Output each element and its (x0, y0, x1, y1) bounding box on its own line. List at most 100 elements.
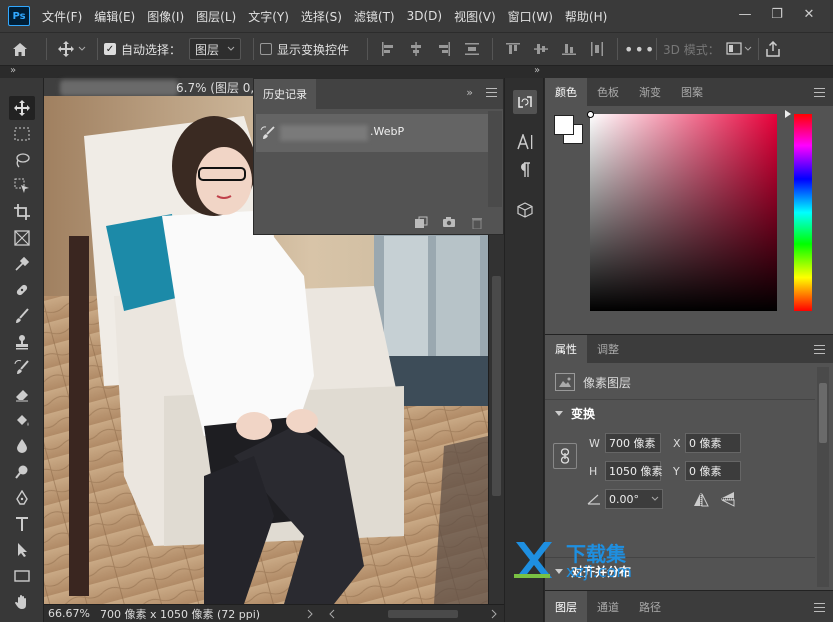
move-tool-preset[interactable] (53, 41, 91, 57)
clone-stamp-tool[interactable] (9, 330, 35, 354)
height-input[interactable]: 1050 像素 (605, 461, 663, 481)
more-options-button[interactable]: ••• (624, 40, 654, 59)
show-transform-checkbox[interactable] (260, 43, 273, 55)
history-snapshot-row[interactable]: .WebP (256, 114, 488, 152)
align-vcenter-button[interactable] (527, 39, 555, 59)
spectrum-picker-marker[interactable] (587, 111, 594, 118)
history-panel-button[interactable] (513, 90, 537, 114)
transform-section-header[interactable]: 变换 (545, 399, 815, 427)
eraser-tool[interactable] (9, 382, 35, 406)
history-scrollbar[interactable] (488, 111, 502, 207)
align-left-button[interactable] (374, 39, 402, 59)
zoom-level[interactable]: 66.67% (44, 607, 100, 620)
color-spectrum-field[interactable] (590, 114, 777, 311)
object-selection-tool[interactable] (9, 174, 35, 198)
flip-horizontal-icon[interactable] (693, 493, 709, 507)
horizontal-scroll-thumb[interactable] (388, 610, 458, 618)
history-brush-source-icon[interactable] (260, 126, 276, 140)
chevron-left-icon[interactable] (328, 609, 336, 619)
delete-state-button[interactable] (463, 216, 491, 229)
new-snapshot-button[interactable] (435, 216, 463, 228)
menu-filter[interactable]: 滤镜(T) (354, 8, 395, 25)
hand-tool[interactable] (9, 590, 35, 614)
brush-tool[interactable] (9, 304, 35, 328)
tab-adjustments[interactable]: 调整 (587, 335, 629, 363)
marquee-tool[interactable] (9, 122, 35, 146)
panel-menu-icon[interactable] (814, 345, 825, 354)
pen-tool[interactable] (9, 486, 35, 510)
share-icon[interactable] (765, 41, 781, 57)
tab-color[interactable]: 颜色 (545, 78, 587, 106)
tab-channels[interactable]: 通道 (587, 591, 629, 622)
tab-properties[interactable]: 属性 (545, 335, 587, 363)
hue-slider[interactable] (794, 114, 812, 311)
chevron-right-icon[interactable] (306, 609, 314, 619)
menu-select[interactable]: 选择(S) (301, 8, 342, 25)
rectangle-tool[interactable] (9, 564, 35, 588)
canvas-horizontal-scrollbar[interactable] (328, 609, 498, 619)
minimize-button[interactable]: — (729, 4, 761, 24)
menu-edit[interactable]: 编辑(E) (94, 8, 135, 25)
workspace-icon[interactable] (726, 41, 752, 57)
auto-select-target-dropdown[interactable]: 图层 (189, 38, 242, 60)
menu-layer[interactable]: 图层(L) (196, 8, 236, 25)
y-input[interactable]: 0 像素 (685, 461, 741, 481)
path-selection-tool[interactable] (9, 538, 35, 562)
collapse-icon[interactable]: » (466, 86, 473, 99)
foreground-color-swatch[interactable] (554, 115, 574, 135)
distribute-horizontal-button[interactable] (583, 39, 611, 59)
expand-panels-icon[interactable]: » (534, 65, 540, 76)
new-document-from-state-button[interactable] (407, 216, 435, 229)
chevron-right-icon[interactable] (490, 609, 498, 619)
3d-panel-button[interactable] (513, 198, 537, 222)
lasso-tool[interactable] (9, 148, 35, 172)
paragraph-panel-button[interactable] (513, 158, 537, 182)
frame-tool[interactable] (9, 226, 35, 250)
distribute-vertical-button[interactable] (458, 39, 486, 59)
menu-file[interactable]: 文件(F) (42, 8, 82, 25)
dodge-tool[interactable] (9, 460, 35, 484)
align-right-button[interactable] (430, 39, 458, 59)
panel-menu-icon[interactable] (486, 88, 497, 97)
panel-menu-icon[interactable] (814, 88, 825, 97)
paint-bucket-tool[interactable] (9, 408, 35, 432)
healing-brush-tool[interactable] (9, 278, 35, 302)
close-button[interactable]: ✕ (793, 4, 825, 24)
menu-3d[interactable]: 3D(D) (407, 9, 442, 23)
type-tool[interactable] (9, 512, 35, 536)
tab-patterns[interactable]: 图案 (671, 78, 713, 106)
tab-gradients[interactable]: 渐变 (629, 78, 671, 106)
menu-view[interactable]: 视图(V) (454, 8, 496, 25)
properties-scroll-thumb[interactable] (819, 383, 827, 443)
align-top-button[interactable] (499, 39, 527, 59)
flip-vertical-icon[interactable] (721, 491, 735, 507)
restore-button[interactable]: ❐ (761, 4, 793, 24)
tab-history[interactable]: 历史记录 (254, 79, 316, 109)
crop-tool[interactable] (9, 200, 35, 224)
align-hcenter-button[interactable] (402, 39, 430, 59)
menu-help[interactable]: 帮助(H) (565, 8, 607, 25)
angle-input[interactable]: 0.00° (605, 489, 663, 509)
align-bottom-button[interactable] (555, 39, 583, 59)
x-input[interactable]: 0 像素 (685, 433, 741, 453)
move-tool[interactable] (9, 96, 35, 120)
vertical-scroll-thumb[interactable] (492, 276, 501, 496)
width-input[interactable]: 700 像素 (605, 433, 661, 453)
menu-window[interactable]: 窗口(W) (508, 8, 553, 25)
link-dimensions-button[interactable] (553, 443, 577, 469)
blur-tool[interactable] (9, 434, 35, 458)
panel-menu-icon[interactable] (814, 603, 825, 612)
menu-image[interactable]: 图像(I) (147, 8, 184, 25)
tab-layers[interactable]: 图层 (545, 591, 587, 622)
tab-paths[interactable]: 路径 (629, 591, 671, 622)
hue-slider-marker[interactable] (785, 110, 791, 118)
expand-toolbar-icon[interactable]: » (10, 65, 16, 76)
properties-scrollbar[interactable] (817, 367, 829, 587)
history-brush-tool[interactable] (9, 356, 35, 380)
home-button[interactable] (0, 42, 40, 57)
auto-select-checkbox[interactable]: ✓ (104, 43, 116, 55)
eyedropper-tool[interactable] (9, 252, 35, 276)
menu-type[interactable]: 文字(Y) (248, 8, 289, 25)
character-panel-button[interactable] (513, 130, 537, 154)
tab-swatches[interactable]: 色板 (587, 78, 629, 106)
